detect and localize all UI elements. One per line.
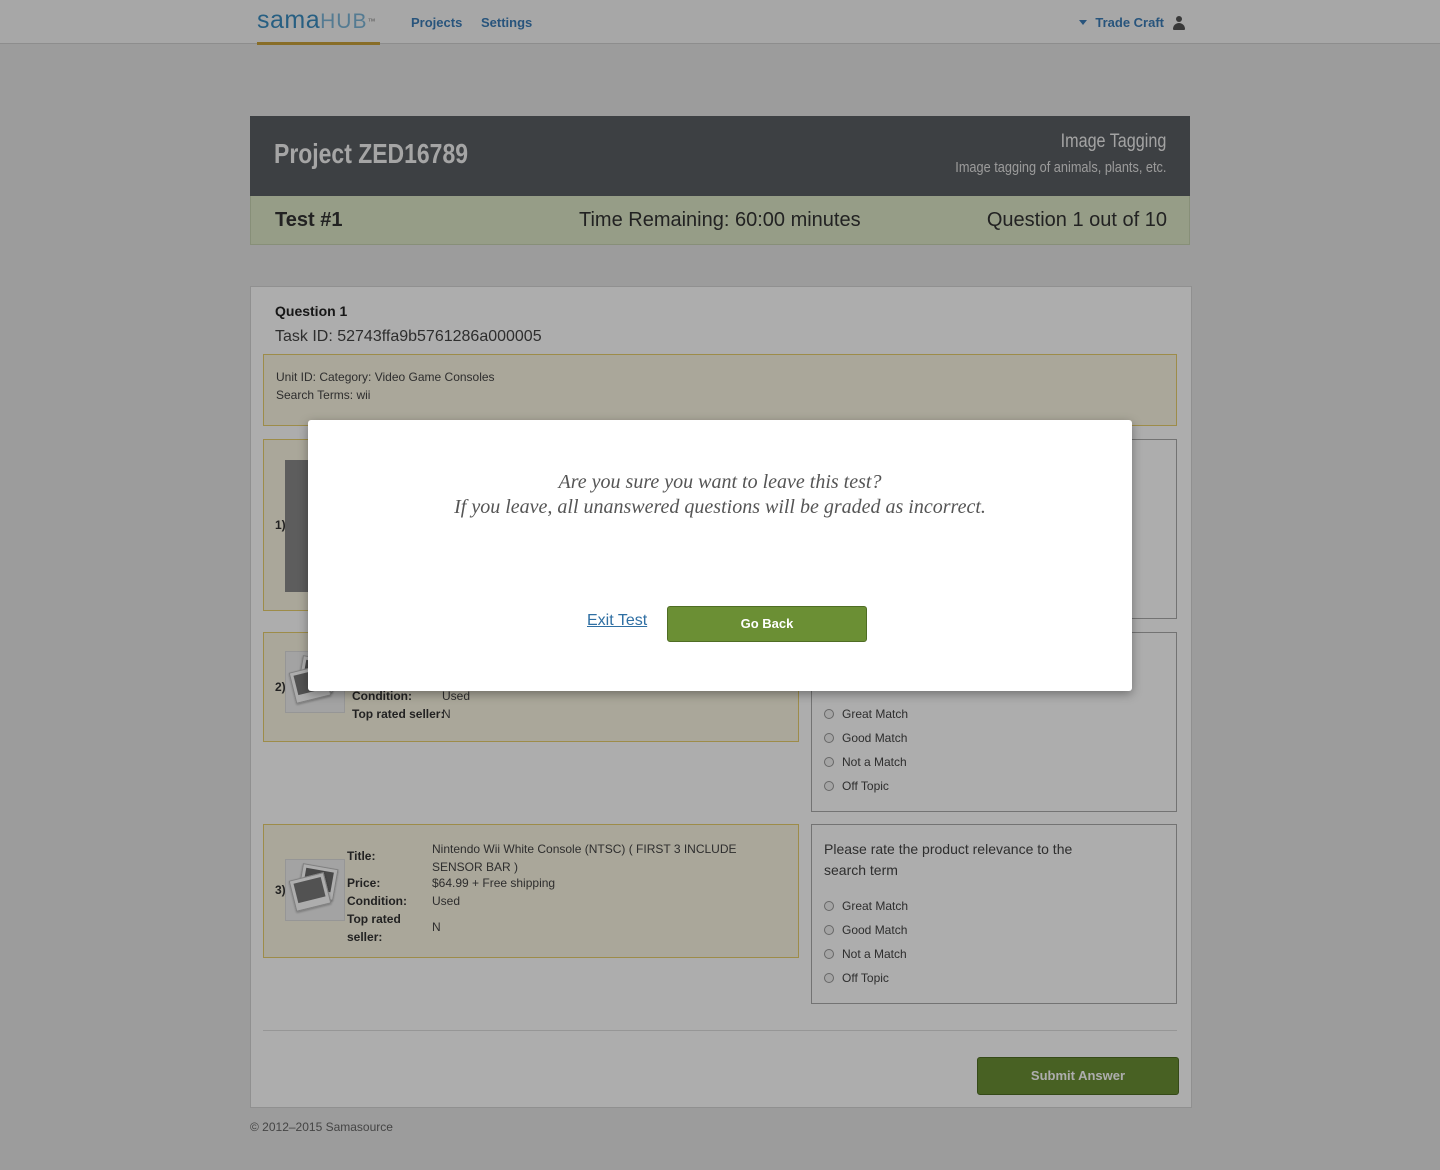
exit-test-link[interactable]: Exit Test [587, 612, 647, 630]
leave-test-modal: Are you sure you want to leave this test… [308, 420, 1132, 691]
go-back-button[interactable]: Go Back [667, 606, 867, 642]
modal-message-line2: If you leave, all unanswered questions w… [454, 496, 986, 518]
modal-message-line1: Are you sure you want to leave this test… [558, 471, 882, 493]
